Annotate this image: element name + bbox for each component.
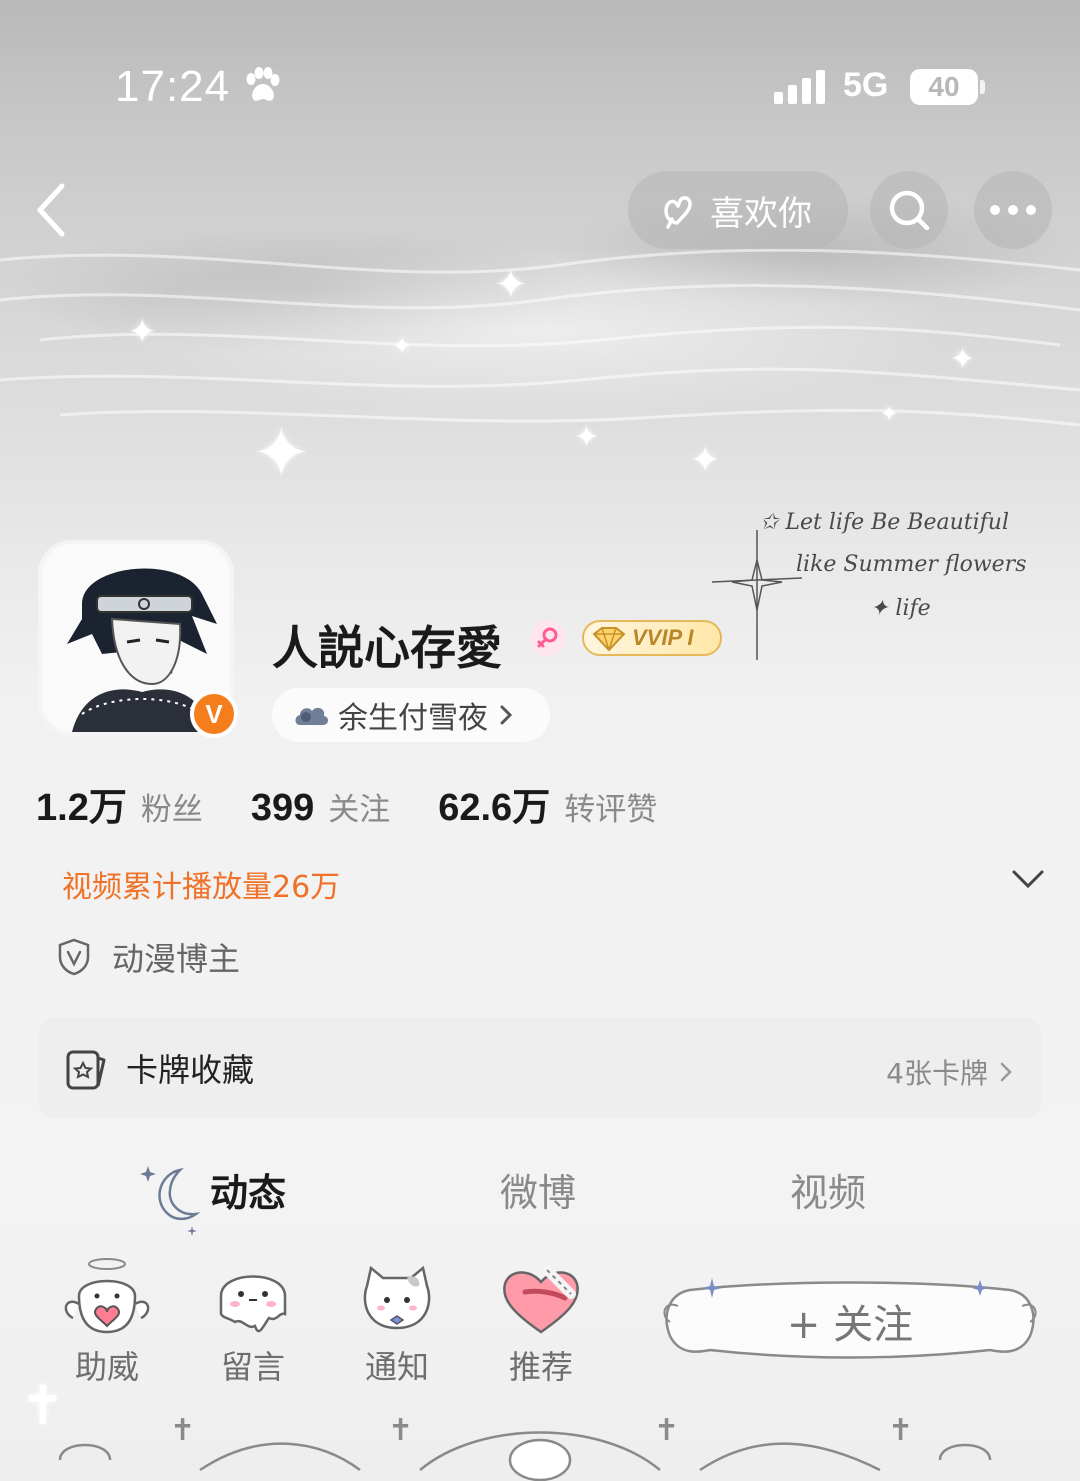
cat-icon [363, 1265, 431, 1330]
card-collection-title: 卡牌收藏 [126, 1051, 255, 1089]
sparkle-line-deco [712, 530, 803, 660]
angel-heart-icon [64, 1258, 150, 1334]
more-icon [990, 205, 1036, 215]
creator-tag-label: 动漫博主 [112, 940, 241, 978]
search-icon [889, 190, 930, 231]
stat-label: 转评赞 [564, 792, 658, 828]
battery-cap [980, 80, 985, 94]
recommend-button[interactable]: 推荐 [486, 1256, 596, 1388]
svg-text:✝: ✝ [388, 1413, 413, 1448]
ghost-icon [219, 1275, 287, 1333]
username: 人説心存愛 [272, 621, 502, 675]
stat-label: 粉丝 [140, 792, 203, 828]
paw-icon [246, 67, 280, 101]
signal-icon [774, 70, 825, 104]
star-deco: ✦ [128, 312, 157, 352]
female-gender-icon [530, 620, 566, 656]
bottom-ribbon-decoration: ✝ ✝ ✝ ✝ [58, 1413, 992, 1481]
star-deco: ✦ [950, 342, 976, 377]
vvip-label: VVIP I [632, 625, 694, 650]
battery-indicator: 40 [910, 69, 978, 105]
card-icon [66, 1050, 106, 1090]
notification-label: 通知 [364, 1348, 429, 1386]
follow-label: + 关注 [786, 1302, 914, 1348]
notification-button[interactable]: 通知 [342, 1256, 452, 1388]
more-button[interactable] [974, 171, 1052, 249]
video-plays-text: 视频累计播放量26万 [62, 870, 341, 905]
star-deco: ✦ [880, 402, 899, 427]
handwritten-line: ✦ life [870, 596, 931, 621]
star-deco: ✦ [690, 440, 721, 481]
heart-hand-icon [664, 196, 692, 229]
search-button[interactable] [870, 171, 948, 249]
shield-v-icon [58, 938, 90, 976]
back-icon [37, 183, 65, 237]
status-time: 17:24 [115, 62, 231, 111]
stat-value: 399 [250, 787, 315, 829]
cloud-icon [295, 707, 329, 725]
moon-decoration-icon [140, 1166, 201, 1236]
chevron-down-icon[interactable] [1010, 866, 1046, 892]
cheer-label: 助威 [74, 1348, 139, 1386]
handwritten-line: like Summer flowers [796, 552, 1027, 577]
message-button[interactable]: 留言 [198, 1256, 308, 1388]
tab-dynamics[interactable]: 动态 [210, 1162, 286, 1217]
cheer-button[interactable]: 助威 [52, 1256, 162, 1388]
svg-text:✝: ✝ [888, 1413, 913, 1448]
recommend-label: 推荐 [508, 1348, 573, 1386]
water-ripple-decoration [0, 248, 1080, 427]
like-you-label: 喜欢你 [710, 193, 812, 234]
follow-button[interactable]: + 关注 [660, 1276, 1040, 1362]
like-you-button[interactable]: 喜欢你 [628, 171, 848, 249]
fan-group-label: 余生付雪夜 [338, 701, 488, 736]
stat-value: 1.2万 [36, 787, 127, 829]
svg-text:✝: ✝ [170, 1413, 195, 1448]
interactions-stat[interactable]: 62.6万 转评赞 [438, 776, 657, 831]
card-count-label: 4张卡牌 [886, 1057, 988, 1090]
star-deco: ✦ [252, 412, 311, 494]
star-deco: ✦ [574, 420, 600, 455]
network-type: 5G [843, 66, 889, 104]
following-stat[interactable]: 399 关注 [251, 784, 390, 830]
stat-label: 关注 [328, 792, 391, 828]
heart-bandage-icon [503, 1265, 579, 1334]
diamond-wing-icon [592, 627, 626, 652]
stat-value: 62.6万 [438, 787, 551, 829]
fan-group-chip[interactable]: 余生付雪夜 [272, 688, 550, 742]
chevron-right-icon [1000, 1062, 1012, 1082]
chevron-right-icon [500, 705, 513, 725]
tab-weibo[interactable]: 微博 [500, 1162, 576, 1217]
star-deco: ✦ [494, 262, 528, 308]
star-deco: ✦ [392, 332, 413, 360]
profile-stats: 1.2万 粉丝 399 关注 62.6万 转评赞 [36, 776, 705, 831]
tab-videos[interactable]: 视频 [790, 1162, 866, 1217]
message-label: 留言 [220, 1348, 285, 1386]
followers-stat[interactable]: 1.2万 粉丝 [36, 776, 203, 831]
verified-badge: V [190, 690, 238, 738]
creator-tag: 动漫博主 [56, 934, 240, 980]
card-count[interactable]: 4张卡牌 [886, 1052, 1018, 1092]
back-button[interactable] [28, 180, 78, 240]
vvip-badge[interactable]: VVIP I [582, 620, 722, 656]
svg-text:✝: ✝ [654, 1413, 679, 1448]
card-collection-bar[interactable]: 卡牌收藏 4张卡牌 [38, 1018, 1042, 1118]
